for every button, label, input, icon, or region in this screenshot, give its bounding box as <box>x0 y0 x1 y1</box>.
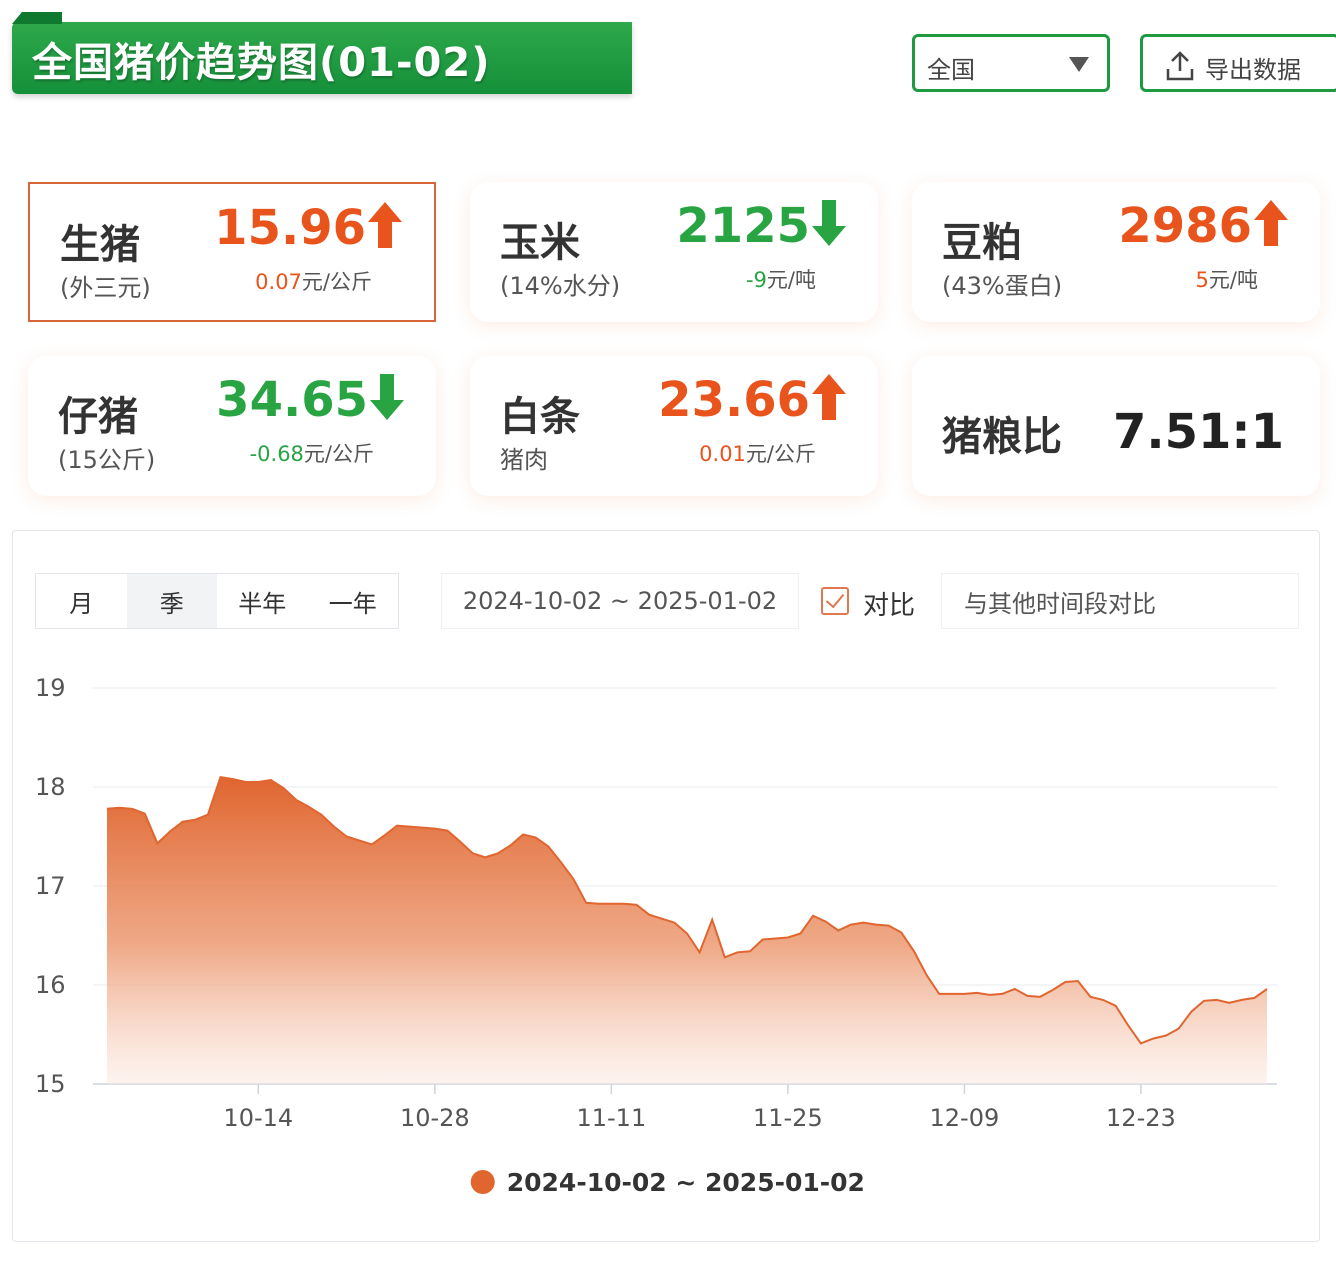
card-change-unit: 元/公斤 <box>303 442 374 466</box>
card-subtitle: (外三元) <box>60 274 151 302</box>
card-price-value: 34.65 <box>216 372 368 428</box>
x-tick-label: 10-28 <box>400 1104 470 1132</box>
region-select[interactable]: 全国 <box>912 34 1110 92</box>
card-change-delta: 0.01 <box>699 442 746 466</box>
arrow-up-icon <box>812 374 846 420</box>
x-tick-label: 10-14 <box>223 1104 293 1132</box>
card-name: 豆粕 <box>942 220 1022 266</box>
title-banner: 全国猪价趋势图(01-02) <box>12 22 632 94</box>
arrow-up-icon <box>1254 200 1288 246</box>
card-change: -0.68元/公斤 <box>250 438 374 468</box>
card-change: 5元/吨 <box>1196 264 1258 294</box>
y-tick-label: 19 <box>35 674 66 702</box>
arrow-down-icon <box>812 200 846 246</box>
card-name: 仔猪 <box>58 394 138 440</box>
price-trend-chart: 15 16 17 18 19 10-14 10-28 11-11 11-25 12-09 12-23… <box>35 674 1277 1197</box>
card-change-unit: 元/公斤 <box>745 442 816 466</box>
price-card-soybean-meal[interactable]: 豆粕 (43%蛋白) 2986 5元/吨 <box>912 182 1320 322</box>
card-price-value: 2125 <box>676 198 810 254</box>
price-card-hog-grain-ratio[interactable]: 猪粮比 7.51:1 <box>912 356 1320 496</box>
upload-icon <box>1166 51 1194 81</box>
card-name: 生猪 <box>60 222 140 268</box>
card-change-unit: 元/吨 <box>1208 268 1258 292</box>
y-tick-label: 18 <box>35 773 66 801</box>
x-tick-label: 12-09 <box>930 1104 1000 1132</box>
card-change: 0.07元/公斤 <box>255 266 372 296</box>
chevron-down-icon <box>1069 57 1089 72</box>
card-change: -9元/吨 <box>746 264 816 294</box>
y-tick-label: 17 <box>35 872 66 900</box>
series-area-fill <box>107 777 1267 1084</box>
arrow-down-icon <box>370 374 404 420</box>
arrow-up-icon <box>368 202 402 248</box>
export-data-label: 导出数据 <box>1205 56 1301 84</box>
legend-marker <box>470 1170 495 1194</box>
x-tick-label: 11-11 <box>576 1104 646 1132</box>
card-change-unit: 元/公斤 <box>301 270 372 294</box>
card-change-unit: 元/吨 <box>766 268 816 292</box>
chart-panel: 月 季 半年 一年 2024-10-02 ~ 2025-01-02 对比 与其他… <box>12 530 1320 1242</box>
card-subtitle: (15公斤) <box>58 446 156 474</box>
page-title: 全国猪价趋势图(01-02) <box>32 40 491 86</box>
price-card-live-hog[interactable]: 生猪 (外三元) 15.96 0.07元/公斤 <box>28 182 436 322</box>
card-name: 玉米 <box>500 220 580 266</box>
region-select-value: 全国 <box>927 56 975 84</box>
card-name: 白条 <box>500 394 580 440</box>
price-card-corn[interactable]: 玉米 (14%水分) 2125 -9元/吨 <box>470 182 878 322</box>
x-tick-label: 11-25 <box>753 1104 823 1132</box>
card-name: 猪粮比 <box>942 414 1062 460</box>
card-change-delta: 0.07 <box>255 270 302 294</box>
price-card-pork-carcass[interactable]: 白条 猪肉 23.66 0.01元/公斤 <box>470 356 878 496</box>
card-change-delta: -0.68 <box>249 442 304 466</box>
price-card-piglet[interactable]: 仔猪 (15公斤) 34.65 -0.68元/公斤 <box>28 356 436 496</box>
card-subtitle: (14%水分) <box>500 272 621 300</box>
card-price-value: 23.66 <box>658 372 810 428</box>
x-tick-label: 12-23 <box>1106 1104 1176 1132</box>
card-price-value: 2986 <box>1118 198 1252 254</box>
y-tick-label: 15 <box>35 1070 66 1098</box>
card-change: 0.01元/公斤 <box>699 438 816 468</box>
legend-label: 2024-10-02 ~ 2025-01-02 <box>507 1168 865 1197</box>
card-change-delta: -9 <box>745 268 767 292</box>
card-subtitle: 猪肉 <box>500 446 548 474</box>
card-change-delta: 5 <box>1195 268 1209 292</box>
card-subtitle: (43%蛋白) <box>942 272 1063 300</box>
card-price-value: 15.96 <box>214 200 366 256</box>
y-tick-label: 16 <box>35 971 66 999</box>
card-ratio-value: 7.51:1 <box>1112 404 1284 460</box>
export-data-button[interactable]: 导出数据 <box>1140 34 1336 92</box>
